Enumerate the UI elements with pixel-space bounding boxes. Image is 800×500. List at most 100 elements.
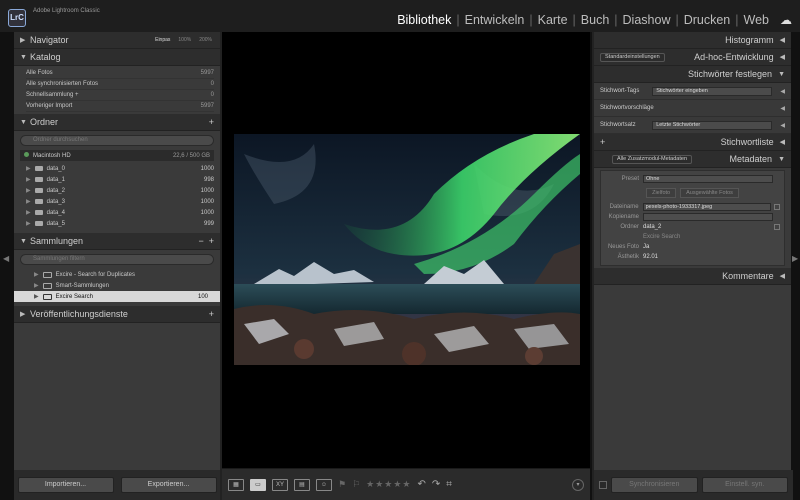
collection-item-selected[interactable]: ▶ Excire Search 100 xyxy=(14,291,220,302)
catalog-item-all-photos[interactable]: Alle Fotos 5997 xyxy=(26,68,214,79)
publish-services-header[interactable]: ▶ Veröffentlichungsdienste + xyxy=(14,306,220,323)
metadata-preset-select[interactable]: Ohne xyxy=(643,175,773,183)
module-develop[interactable]: Entwickeln xyxy=(460,13,530,27)
toolbar-dropdown-icon[interactable]: ▾ xyxy=(572,478,584,491)
loupe-view-button[interactable]: ▭ xyxy=(250,478,266,491)
filename-action-icon[interactable] xyxy=(774,204,780,210)
histogram-header[interactable]: Histogramm ◀ xyxy=(594,32,791,49)
expand-triangle-icon: ◀ xyxy=(779,54,785,61)
main-photo[interactable] xyxy=(234,134,580,365)
module-slideshow[interactable]: Diashow xyxy=(618,13,676,27)
folder-item[interactable]: ▶ data_1 998 xyxy=(14,174,220,185)
collection-controls[interactable]: − + xyxy=(198,236,214,246)
triangle-left-icon: ◀ xyxy=(780,105,785,112)
import-button[interactable]: Importieren... xyxy=(17,477,114,493)
quick-develop-header[interactable]: Standardeinstellungen Ad-hoc-Entwicklung… xyxy=(594,49,791,66)
folder-item[interactable]: ▶ data_0 1000 xyxy=(14,163,220,174)
expand-triangle-icon: ▶ xyxy=(20,37,26,44)
triangle-left-icon[interactable]: ◀ xyxy=(780,122,785,129)
collapse-triangle-icon: ▼ xyxy=(20,118,27,126)
sync-toggle-checkbox[interactable] xyxy=(599,481,607,489)
folder-action-icon[interactable] xyxy=(774,224,780,230)
folder-item[interactable]: ▶ data_5 999 xyxy=(14,218,220,229)
rotate-left-icon[interactable]: ↶ xyxy=(418,479,426,490)
module-print[interactable]: Drucken xyxy=(679,13,736,27)
selected-photos-button[interactable]: Ausgewählte Fotos xyxy=(680,188,739,198)
drive-row[interactable]: Macintosh HD 22,6 / 500 GB xyxy=(20,150,214,161)
crop-icon[interactable]: ⌗ xyxy=(446,479,452,490)
zoom-200[interactable]: 200% xyxy=(199,37,212,43)
folders-header[interactable]: ▼ Ordner + xyxy=(14,114,220,131)
folder-item[interactable]: ▶ data_3 1000 xyxy=(14,196,220,207)
keywording-header[interactable]: Stichwörter festlegen ▼ xyxy=(594,66,791,83)
add-publish-icon[interactable]: + xyxy=(209,309,214,319)
catalog-header[interactable]: ▼ Katalog xyxy=(14,49,220,66)
copy-name-field[interactable] xyxy=(643,213,773,221)
comments-header[interactable]: Kommentare ◀ xyxy=(594,268,791,285)
collection-set-icon xyxy=(42,271,52,278)
folder-value: data_2 xyxy=(643,224,662,230)
module-web[interactable]: Web xyxy=(739,13,774,27)
zoom-fit[interactable]: Einpas xyxy=(155,37,170,43)
metadata-header[interactable]: Alle Zusatzmodul-Metadaten Metadaten ▼ xyxy=(594,151,791,168)
sync-settings-button[interactable]: Einstell. syn. xyxy=(701,477,788,493)
folder-icon xyxy=(34,177,43,182)
survey-view-button[interactable]: ▤ xyxy=(294,478,310,491)
top-bar: LrC Adobe Lightroom Classic Bibliothek | … xyxy=(0,0,800,32)
rating-stars[interactable]: ★★★★★ xyxy=(366,479,411,490)
collection-search-input[interactable]: Sammlungen filtern xyxy=(20,254,214,265)
catalog-item-previous-import[interactable]: Vorheriger Import 5997 xyxy=(26,101,214,112)
compare-view-button[interactable]: XY xyxy=(272,478,288,491)
rotate-right-icon[interactable]: ↷ xyxy=(432,479,440,490)
metadata-source-select[interactable]: Alle Zusatzmodul-Metadaten xyxy=(612,154,693,164)
collection-item[interactable]: ▶ Smart-Sammlungen xyxy=(14,280,220,291)
target-photo-button[interactable]: Zielfoto xyxy=(646,188,677,198)
left-panel-footer: Importieren... Exportieren... xyxy=(14,470,220,500)
add-keyword-icon[interactable]: + xyxy=(600,137,605,147)
navigator-title: Navigator xyxy=(30,35,69,45)
metadata-field-row: Ordner data_2 xyxy=(605,222,780,232)
module-map[interactable]: Karte xyxy=(533,13,573,27)
keyword-list-header[interactable]: + Stichwortliste ◀ xyxy=(594,134,791,151)
export-button[interactable]: Exportieren... xyxy=(120,477,217,493)
folder-item[interactable]: ▶ data_4 1000 xyxy=(14,207,220,218)
filename-field[interactable]: pexels-photo-1933317.jpeg xyxy=(642,203,772,211)
people-view-button[interactable]: ☺ xyxy=(316,478,332,491)
keyword-set-select[interactable]: Letzte Stichwörter xyxy=(652,120,773,130)
module-book[interactable]: Buch xyxy=(576,13,615,27)
keyword-tags-select[interactable]: Stichwörter eingeben xyxy=(652,86,773,96)
folders-title: Ordner xyxy=(30,117,59,127)
comments-title: Kommentare xyxy=(722,271,774,281)
cloud-icon[interactable]: ☁ xyxy=(780,13,792,27)
collection-icon xyxy=(42,293,52,300)
navigator-header[interactable]: ▶ Navigator Einpas 100% 200% xyxy=(14,32,220,49)
keyword-list-title: Stichwortliste xyxy=(720,137,774,147)
quick-develop-title: Ad-hoc-Entwicklung xyxy=(694,52,774,62)
folder-item[interactable]: ▶ data_2 1000 xyxy=(14,185,220,196)
catalog-item-synced[interactable]: Alle synchronisierten Fotos 0 xyxy=(26,79,214,90)
sync-metadata-button[interactable]: Synchronisieren xyxy=(611,477,698,493)
expand-triangle-icon: ◀ xyxy=(779,139,785,146)
keyword-suggestions-row[interactable]: Stichwortvorschläge ◀ xyxy=(594,100,791,117)
right-panel-toggle[interactable]: ▶ xyxy=(791,32,800,500)
triangle-left-icon[interactable]: ◀ xyxy=(780,88,785,95)
grid-view-button[interactable]: ▦ xyxy=(228,478,244,491)
loupe-icon: ▭ xyxy=(255,482,261,488)
collection-item[interactable]: ▶ Excire - Search for Duplicates xyxy=(14,269,220,280)
folder-search-input[interactable]: Ordner durchsuchen xyxy=(20,135,214,146)
reject-flag-icon[interactable]: ⚐ xyxy=(352,479,360,490)
flag-icon[interactable]: ⚑ xyxy=(338,479,346,490)
add-folder-icon[interactable]: + xyxy=(209,117,214,127)
survey-icon: ▤ xyxy=(299,482,305,488)
collections-header[interactable]: ▼ Sammlungen − + xyxy=(14,233,220,250)
loupe-view xyxy=(222,32,590,468)
folder-icon xyxy=(34,221,43,226)
quick-develop-preset[interactable]: Standardeinstellungen xyxy=(600,52,665,62)
excire-field-row: Ästhetik 92.01 xyxy=(617,254,659,260)
module-library[interactable]: Bibliothek xyxy=(392,13,456,27)
folder-icon xyxy=(34,166,43,171)
catalog-item-quick-collection[interactable]: Schnellsammlung +0 xyxy=(26,90,214,101)
left-panel-toggle[interactable]: ◀ xyxy=(0,32,14,500)
compare-icon: XY xyxy=(275,481,284,488)
zoom-100[interactable]: 100% xyxy=(178,37,191,43)
